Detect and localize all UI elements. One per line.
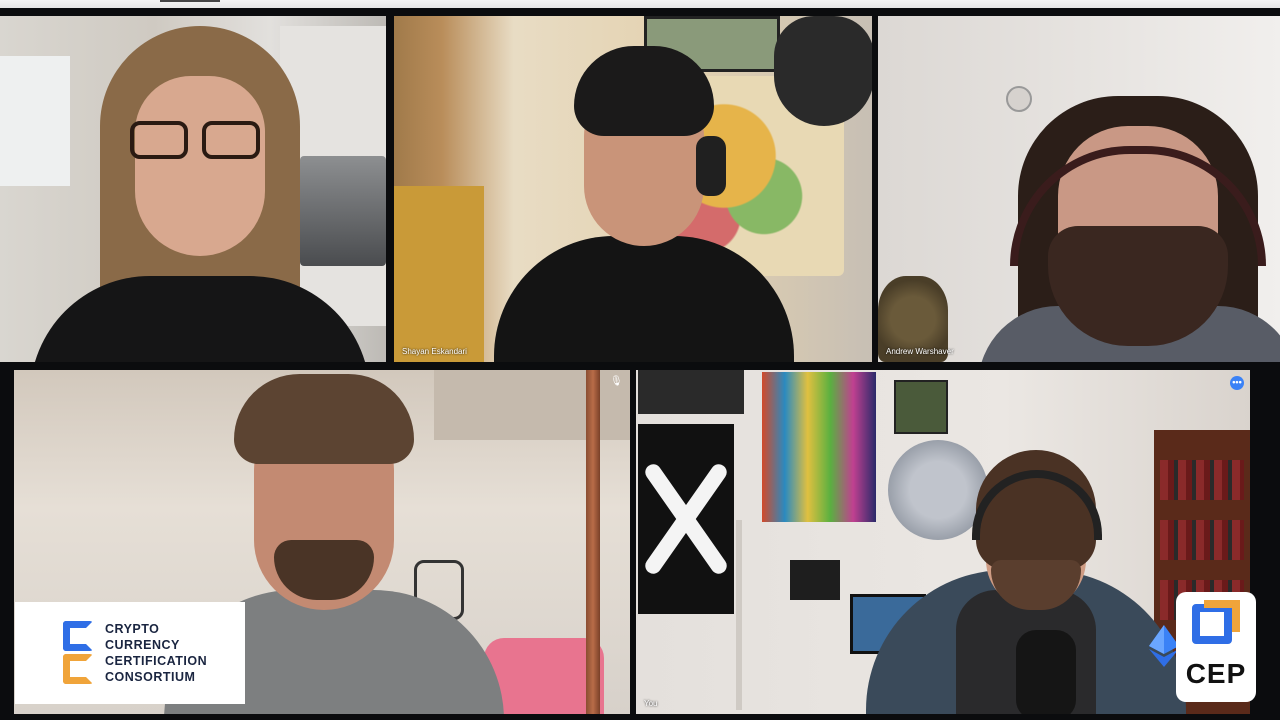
background-shelf bbox=[394, 186, 484, 362]
background-frame bbox=[790, 560, 840, 600]
ccc-logo-icon bbox=[63, 621, 97, 685]
top-strip-mark bbox=[160, 0, 220, 2]
background-door-edge bbox=[736, 520, 742, 710]
video-feed bbox=[394, 16, 872, 362]
background-sign bbox=[638, 370, 744, 414]
window-top-strip bbox=[0, 0, 1280, 8]
video-tile-participant-3[interactable]: Andrew Warshaver bbox=[878, 16, 1280, 362]
crypto-currency-certification-consortium-logo: CRYPTO CURRENCY CERTIFICATION CONSORTIUM bbox=[15, 602, 245, 704]
participant-figure bbox=[474, 46, 794, 362]
background-pole bbox=[586, 370, 600, 714]
cep-logo-icon bbox=[1188, 600, 1244, 656]
participant-figure bbox=[866, 450, 1186, 714]
video-tile-participant-2[interactable]: Shayan Eskandari bbox=[394, 16, 872, 362]
cep-logo: CEP bbox=[1176, 592, 1256, 702]
video-tile-participant-1[interactable] bbox=[0, 16, 386, 362]
logo-line: CRYPTO bbox=[105, 622, 160, 636]
logo-line: CONSORTIUM bbox=[105, 670, 196, 684]
participant-name-label: You bbox=[644, 699, 658, 708]
more-options-icon[interactable]: ••• bbox=[1230, 376, 1244, 390]
background-painting bbox=[762, 372, 876, 522]
ccc-logo-text: CRYPTO CURRENCY CERTIFICATION CONSORTIUM bbox=[105, 621, 207, 685]
background-small-art bbox=[894, 380, 948, 434]
participant-figure bbox=[30, 26, 370, 362]
participant-name-label: Andrew Warshaver bbox=[886, 347, 954, 356]
video-feed bbox=[878, 16, 1280, 362]
participant-figure bbox=[978, 96, 1280, 362]
mic-muted-icon: 🎙 bbox=[610, 376, 623, 387]
participant-name-label: Shayan Eskandari bbox=[402, 347, 467, 356]
background-pirate-flag bbox=[638, 424, 734, 614]
logo-line: CERTIFICATION bbox=[105, 654, 208, 668]
background-window bbox=[0, 56, 70, 186]
video-feed bbox=[0, 16, 386, 362]
cep-logo-text: CEP bbox=[1185, 658, 1247, 689]
logo-line: CURRENCY bbox=[105, 638, 180, 652]
